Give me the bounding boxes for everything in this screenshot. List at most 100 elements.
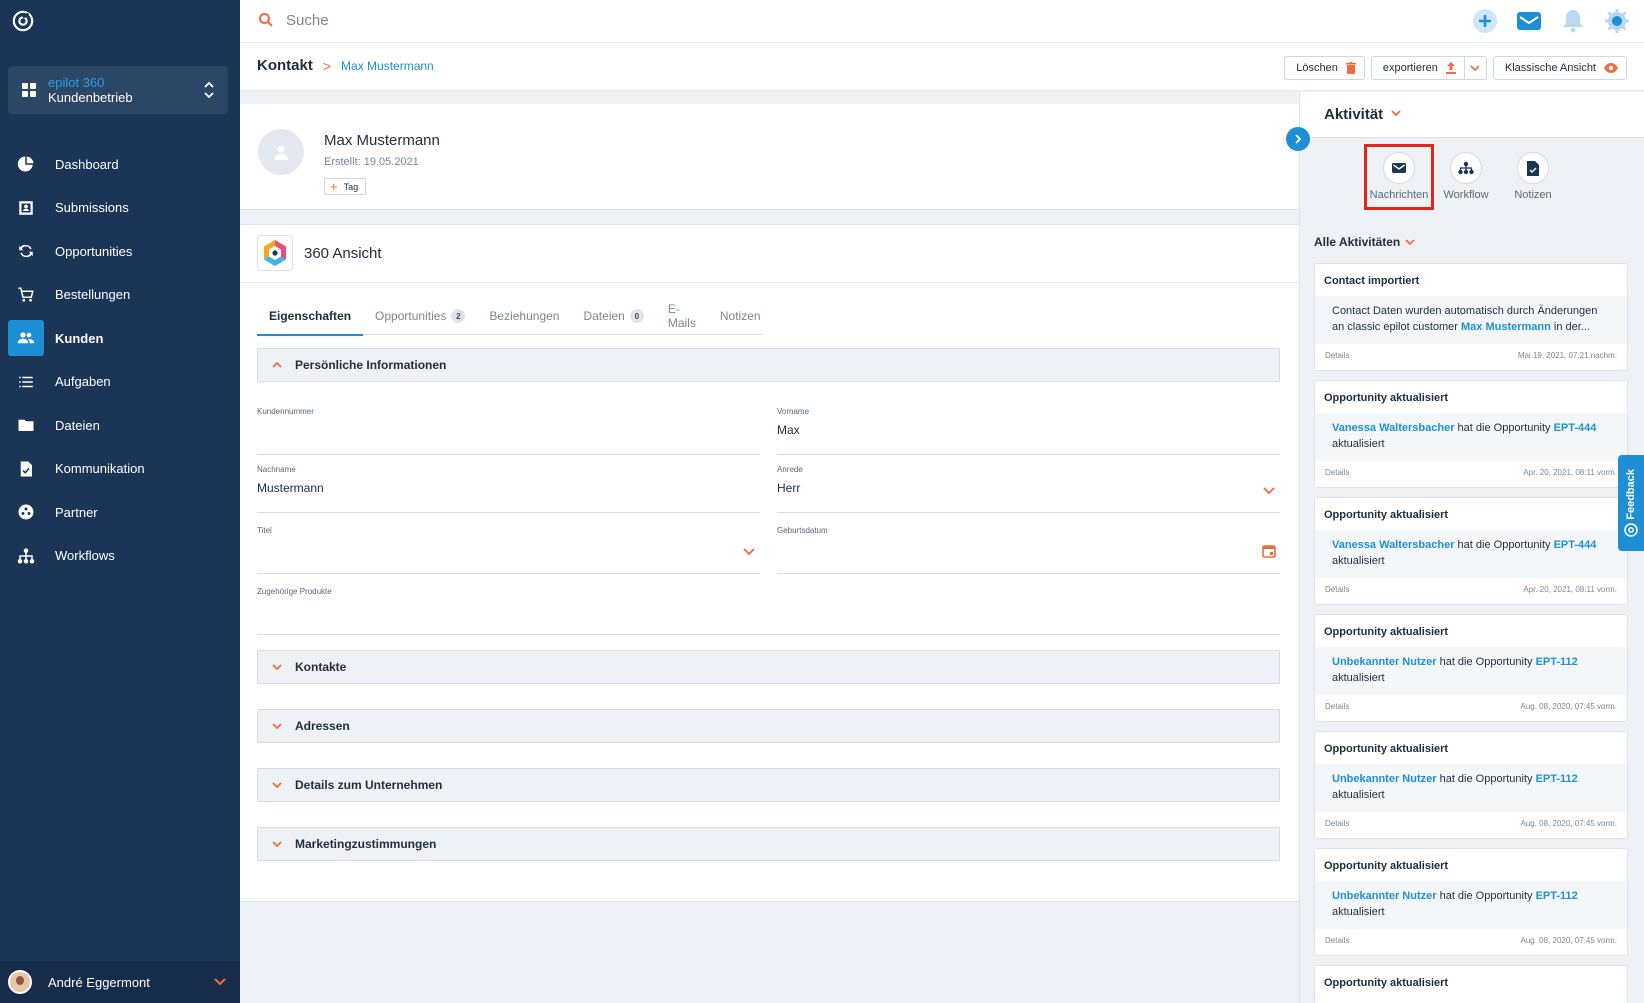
note-check-icon [1517,152,1549,184]
folder-icon [8,407,44,443]
section-company-details[interactable]: Details zum Unternehmen [257,768,1280,802]
feedback-tab[interactable]: Feedback [1618,455,1644,551]
activity-card-title: Opportunity aktualisiert [1324,977,1449,989]
section-marketing-consents[interactable]: Marketingzustimmungen [257,827,1280,861]
sidebar-item-opportunities[interactable]: Opportunities [8,233,232,269]
count-badge: 2 [451,309,466,323]
chevron-updown-icon [204,81,214,99]
field-vorname[interactable]: Vorname Max [777,407,1280,455]
activity-card-text: hat die Opportunity [1436,656,1536,668]
messages-button[interactable] [1514,6,1544,36]
add-button[interactable] [1470,6,1500,36]
user-menu[interactable]: André Eggermont [0,961,240,1003]
settings-button[interactable] [1602,6,1632,36]
section-personal-info[interactable]: Persönliche Informationen [257,348,1280,382]
details-link[interactable]: Details [1325,468,1349,477]
sidebar-item-aufgaben[interactable]: Aufgaben [8,364,232,400]
section-contacts[interactable]: Kontakte [257,650,1280,684]
tab-dateien[interactable]: Dateien 0 [571,297,655,335]
user-link[interactable]: Unbekannter Nutzer [1332,773,1437,785]
section-addresses[interactable]: Adressen [257,709,1280,743]
field-geburtsdatum[interactable]: Geburtsdatum [777,526,1280,574]
eye-icon [1604,63,1618,73]
field-nachname[interactable]: Nachname Mustermann [257,465,760,513]
activity-card[interactable]: Opportunity aktualisiert [1314,965,1628,1003]
opportunity-link[interactable]: EPT-112 [1536,890,1578,902]
field-titel[interactable]: Titel [257,526,760,574]
delete-button[interactable]: Löschen [1284,56,1365,80]
sidebar-item-dateien[interactable]: Dateien [8,407,232,443]
search-input[interactable] [286,8,886,32]
breadcrumb-current[interactable]: Max Mustermann [341,59,434,73]
activity-tab-notes[interactable]: Notizen [1498,144,1568,210]
export-label: exportieren [1382,62,1438,74]
opportunity-link[interactable]: EPT-444 [1554,539,1597,551]
org-switcher[interactable]: epilot 360 Kundenbetrieb [8,66,228,114]
activity-filter[interactable]: Alle Aktivitäten [1314,235,1415,249]
sidebar-item-partner[interactable]: Partner [8,494,232,530]
user-link[interactable]: Unbekannter Nutzer [1332,890,1437,902]
chevron-down-icon [272,723,282,730]
activity-card[interactable]: Opportunity aktualisiert Vanessa Walters… [1314,497,1628,605]
user-link[interactable]: Vanessa Waltersbacher [1332,422,1455,434]
field-anrede[interactable]: Anrede Herr [777,465,1280,513]
activity-panel: Aktivität Nachrichten Workflow Notizen A… [1299,92,1644,1003]
export-button[interactable]: exportieren [1370,56,1465,80]
activity-card[interactable]: Opportunity aktualisiert Unbekannter Nut… [1314,848,1628,956]
activity-card[interactable]: Contact importiert Contact Daten wurden … [1314,263,1628,371]
chevron-right-icon [1295,134,1302,144]
collapse-panel-button[interactable] [1286,127,1310,151]
chevron-down-icon [1470,65,1480,71]
tab-beziehungen[interactable]: Beziehungen [477,297,571,335]
activity-tab-label: Nachrichten [1369,189,1429,201]
tab-eigenschaften[interactable]: Eigenschaften [257,297,364,336]
opportunity-link[interactable]: EPT-444 [1554,422,1597,434]
field-kundennummer[interactable]: Kundennummer [257,407,760,455]
activity-card[interactable]: Opportunity aktualisiert Unbekannter Nut… [1314,731,1628,839]
bell-icon [1563,10,1583,33]
activity-list: Contact importiert Contact Daten wurden … [1314,263,1628,1003]
activity-card-text: aktualisiert [1332,438,1385,450]
sidebar-item-submissions[interactable]: Submissions [8,190,232,226]
tab-notizen[interactable]: Notizen [708,297,773,335]
partner-icon [8,494,44,530]
sidebar-item-dashboard[interactable]: Dashboard [8,146,232,182]
tab-label: Beziehungen [489,309,560,323]
activity-card[interactable]: Opportunity aktualisiert Unbekannter Nut… [1314,614,1628,722]
add-tag-button[interactable]: + Tag [324,178,367,195]
epilot-logo-icon[interactable] [12,10,34,32]
export-options-button[interactable] [1464,56,1487,80]
activity-card-title: Opportunity aktualisiert [1324,743,1449,755]
section-title: Details zum Unternehmen [295,778,443,792]
field-value: Max [777,423,800,437]
sidebar-item-label: Workflows [55,548,115,563]
sidebar-item-bestellungen[interactable]: Bestellungen [8,277,232,313]
notifications-button[interactable] [1558,6,1588,36]
activity-card-title: Opportunity aktualisiert [1324,509,1449,521]
sidebar-item-kommunikation[interactable]: Kommunikation [8,451,232,487]
activity-header[interactable]: Aktivität [1300,92,1644,138]
sidebar-item-label: Kunden [55,330,104,346]
tab-emails[interactable]: E-Mails [656,297,708,335]
details-link[interactable]: Details [1325,585,1349,594]
contact-link[interactable]: Max Mustermann [1461,321,1551,333]
details-link[interactable]: Details [1325,936,1349,945]
section-title: Kontakte [295,660,347,674]
opportunity-link[interactable]: EPT-112 [1536,773,1578,785]
user-link[interactable]: Unbekannter Nutzer [1332,656,1437,668]
user-link[interactable]: Vanessa Waltersbacher [1332,539,1455,551]
details-link[interactable]: Details [1325,819,1349,828]
sidebar-item-workflows[interactable]: Workflows [8,538,232,574]
activity-tab-messages[interactable]: Nachrichten [1364,144,1434,210]
opportunity-link[interactable]: EPT-112 [1536,656,1578,668]
classic-view-button[interactable]: Klassische Ansicht [1492,56,1627,80]
field-produkte[interactable]: Zugehörige Produkte [257,587,1280,635]
activity-date: Apr. 20, 2021, 08:11 vorm. [1523,585,1617,594]
details-link[interactable]: Details [1325,351,1349,360]
activity-tab-workflow[interactable]: Workflow [1431,144,1501,210]
details-link[interactable]: Details [1325,702,1349,711]
tab-opportunities[interactable]: Opportunities 2 [363,297,477,335]
activity-card[interactable]: Opportunity aktualisiert Vanessa Walters… [1314,380,1628,488]
breadcrumb-root[interactable]: Kontakt [257,57,313,74]
sidebar-item-kunden[interactable]: Kunden [8,320,232,356]
